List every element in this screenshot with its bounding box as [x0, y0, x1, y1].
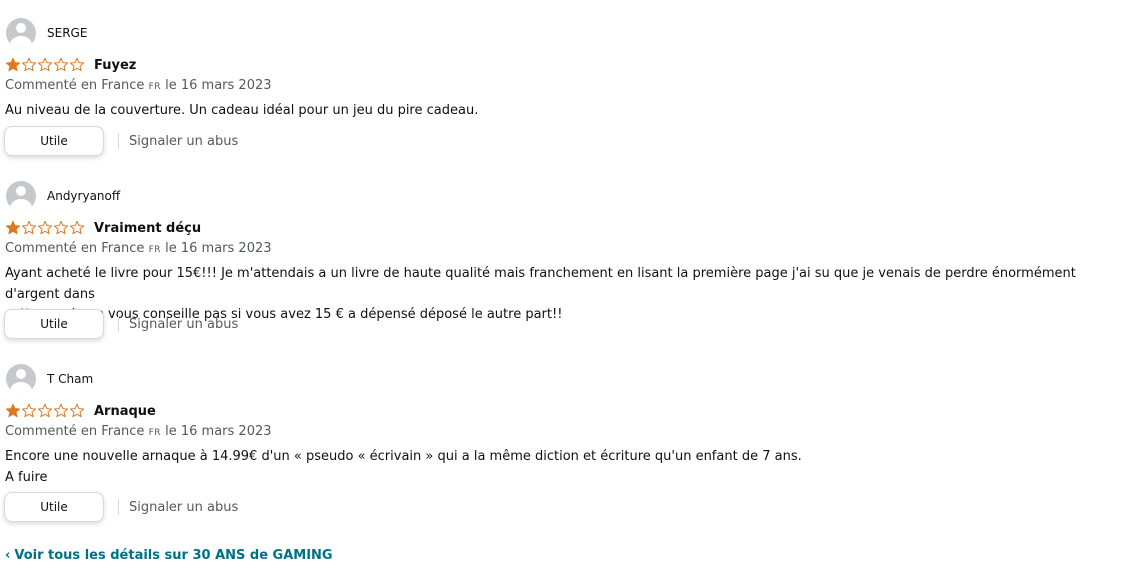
review-body-line: Encore une nouvelle arnaque à 14.99€ d'u… — [5, 449, 802, 464]
review-date: le 16 mars 2023 — [165, 241, 272, 256]
star-empty-icon — [21, 57, 37, 72]
review-body-line: Ayant acheté le livre pour 15€!!! Je m'a… — [5, 266, 1076, 302]
star-rating[interactable] — [5, 403, 85, 419]
helpful-button[interactable]: Utile — [4, 492, 104, 522]
review-title[interactable]: Vraiment déçu — [94, 221, 201, 236]
star-filled-icon — [5, 403, 21, 418]
star-empty-icon — [53, 220, 69, 235]
avatar — [6, 364, 36, 394]
language-badge: FR — [148, 82, 161, 92]
star-empty-icon — [21, 220, 37, 235]
review-body-line: A fuire — [5, 469, 48, 485]
divider — [118, 133, 119, 149]
review-title[interactable]: Fuyez — [94, 58, 136, 73]
review-date: le 16 mars 2023 — [165, 424, 272, 439]
chevron-left-icon: ‹ — [5, 548, 11, 563]
reviewer-name: Andyryanoff — [47, 189, 121, 203]
star-empty-icon — [37, 403, 53, 418]
review-body: Au niveau de la couverture. Un cadeau id… — [5, 101, 1130, 122]
star-empty-icon — [53, 403, 69, 418]
avatar — [6, 181, 36, 211]
reviewer-profile[interactable]: Andyryanoff — [6, 181, 120, 211]
review-location: Commenté en France — [5, 78, 145, 93]
review-actions: Utile Signaler un abus — [4, 126, 238, 156]
review-body: Encore une nouvelle arnaque à 14.99€ d'u… — [5, 447, 1130, 488]
star-empty-icon — [69, 57, 85, 72]
helpful-button[interactable]: Utile — [4, 309, 104, 339]
star-empty-icon — [37, 220, 53, 235]
helpful-button[interactable]: Utile — [4, 126, 104, 156]
reviewer-name: T Cham — [47, 372, 94, 386]
language-badge: FR — [148, 245, 161, 255]
review-body-line: Au niveau de la couverture. Un cadeau id… — [5, 103, 479, 118]
review-location: Commenté en France — [5, 424, 145, 439]
language-badge: FR — [148, 428, 161, 438]
star-empty-icon — [21, 403, 37, 418]
report-abuse-link[interactable]: Signaler un abus — [129, 500, 238, 515]
reviewer-name: SERGE — [47, 26, 88, 40]
report-abuse-link[interactable]: Signaler un abus — [129, 134, 238, 149]
star-empty-icon — [69, 220, 85, 235]
review-date: le 16 mars 2023 — [165, 78, 272, 93]
see-all-reviews-link[interactable]: ‹ Voir tous les détails sur 30 ANS de GAM… — [5, 548, 333, 563]
star-filled-icon — [5, 57, 21, 72]
review-location: Commenté en France — [5, 241, 145, 256]
review-actions: Utile Signaler un abus — [4, 492, 238, 522]
star-empty-icon — [53, 57, 69, 72]
see-all-label: Voir tous les détails sur 30 ANS de GAMI… — [14, 548, 333, 563]
star-empty-icon — [69, 403, 85, 418]
reviewer-profile[interactable]: T Cham — [6, 364, 93, 394]
report-abuse-link[interactable]: Signaler un abus — [129, 317, 238, 332]
star-filled-icon — [5, 220, 21, 235]
star-rating[interactable] — [5, 220, 85, 236]
divider — [118, 316, 119, 332]
review-title[interactable]: Arnaque — [94, 404, 156, 419]
review-meta: Commenté en France FR le 16 mars 2023 — [5, 241, 272, 256]
review-meta: Commenté en France FR le 16 mars 2023 — [5, 78, 272, 93]
star-rating[interactable] — [5, 57, 85, 73]
reviewer-profile[interactable]: SERGE — [6, 18, 87, 48]
avatar — [6, 18, 36, 48]
review-actions: Utile Signaler un abus — [4, 309, 238, 339]
divider — [118, 499, 119, 515]
star-empty-icon — [37, 57, 53, 72]
review-meta: Commenté en France FR le 16 mars 2023 — [5, 424, 272, 439]
